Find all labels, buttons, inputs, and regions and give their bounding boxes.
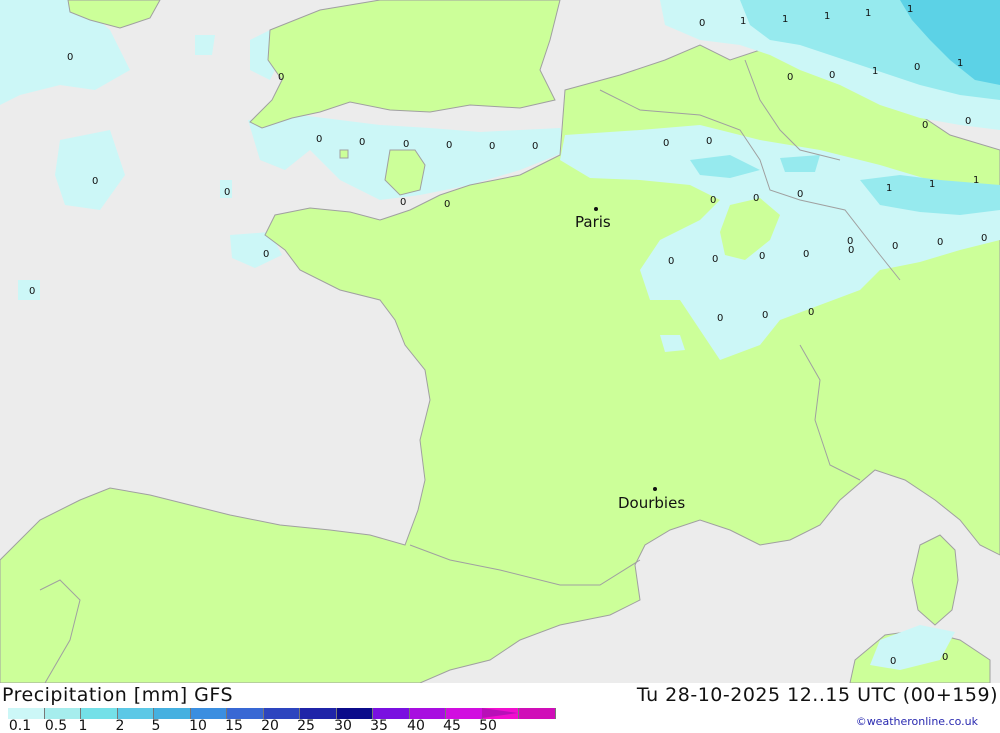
- contour-label: 0: [803, 249, 809, 260]
- colorbar-tick-label: 0.5: [44, 718, 68, 733]
- contour-label: 0: [787, 72, 793, 83]
- colorbar-tick-label: 2: [115, 718, 125, 733]
- colorbar-tick-label: 35: [370, 718, 388, 733]
- contour-label: 0: [444, 199, 450, 210]
- contour-label: 0: [759, 251, 765, 262]
- contour-label: 0: [965, 116, 971, 127]
- contour-label: 1: [929, 179, 935, 190]
- colorbar: [8, 708, 556, 719]
- contour-label: 0: [699, 18, 705, 29]
- forecast-time: Tu 28-10-2025 12..15 UTC (00+159): [636, 684, 998, 706]
- contour-label: 0: [797, 189, 803, 200]
- contour-label: 0: [489, 141, 495, 152]
- colorbar-tick-label: 15: [225, 718, 243, 733]
- colorbar-tick-label: 20: [261, 718, 279, 733]
- colorbar-cell: [519, 708, 556, 719]
- colorbar-tick-label: 30: [334, 718, 352, 733]
- contour-label: 0: [403, 139, 409, 150]
- contour-label: 0: [922, 120, 928, 131]
- contour-label: 0: [278, 72, 284, 83]
- contour-label: 0: [224, 187, 230, 198]
- colorbar-tick-label: 5: [151, 718, 161, 733]
- city-label-paris: Paris: [575, 213, 611, 231]
- contour-label: 1: [872, 66, 878, 77]
- contour-label: 0: [532, 141, 538, 152]
- colorbar-tick-label: 40: [407, 718, 425, 733]
- city-dot-dourbies: [653, 487, 657, 491]
- contour-label: 0: [710, 195, 716, 206]
- map-footer: Precipitation [mm] GFS Tu 28-10-2025 12.…: [0, 683, 1000, 733]
- contour-label: 1: [824, 11, 830, 22]
- colorbar-tick-label: 0.1: [8, 718, 32, 733]
- colorbar-tick-label: 1: [78, 718, 88, 733]
- colorbar-tick-label: 25: [297, 718, 315, 733]
- contour-label: 1: [957, 58, 963, 69]
- contour-label: 0: [263, 249, 269, 260]
- contour-label: 0: [890, 656, 896, 667]
- contour-label: 0: [663, 138, 669, 149]
- contour-label: 0: [892, 241, 898, 252]
- contour-label: 0: [914, 62, 920, 73]
- credit-link[interactable]: ©weatheronline.co.uk: [856, 715, 978, 728]
- contour-label: 1: [865, 8, 871, 19]
- contour-label: 1: [886, 183, 892, 194]
- colorbar-tick-label: 50: [479, 718, 497, 733]
- contour-label: 0: [29, 286, 35, 297]
- city-dot-paris: [594, 207, 598, 211]
- contour-label: 1: [782, 14, 788, 25]
- contour-label: 0: [762, 310, 768, 321]
- contour-label: 0: [981, 233, 987, 244]
- contour-label: 0: [668, 256, 674, 267]
- contour-label: 0: [712, 254, 718, 265]
- city-label-dourbies: Dourbies: [618, 494, 685, 512]
- contour-label: 0: [942, 652, 948, 663]
- contour-label: 0: [446, 140, 452, 151]
- contour-label: 0: [92, 176, 98, 187]
- contour-label: 1: [740, 16, 746, 27]
- contour-label: 0: [316, 134, 322, 145]
- contour-label: 1: [907, 4, 913, 15]
- contour-label: 0: [808, 307, 814, 318]
- contour-label: 0: [706, 136, 712, 147]
- precipitation-map: 0111110010110000000000000000000111000000…: [0, 0, 1000, 683]
- colorbar-tick-label: 45: [443, 718, 461, 733]
- contour-label: 0: [753, 193, 759, 204]
- contour-label: 0: [359, 137, 365, 148]
- colorbar-tick-label: 10: [189, 718, 207, 733]
- map-title: Precipitation [mm] GFS: [2, 684, 234, 706]
- contour-label: 0: [717, 313, 723, 324]
- contour-label: 0: [67, 52, 73, 63]
- weather-map-view: 0111110010110000000000000000000111000000…: [0, 0, 1000, 733]
- contour-label: 0: [400, 197, 406, 208]
- contour-label: 0: [847, 236, 853, 247]
- contour-label: 1: [973, 175, 979, 186]
- colorbar-arrow: [482, 708, 518, 718]
- contour-label: 0: [937, 237, 943, 248]
- contour-label: 0: [829, 70, 835, 81]
